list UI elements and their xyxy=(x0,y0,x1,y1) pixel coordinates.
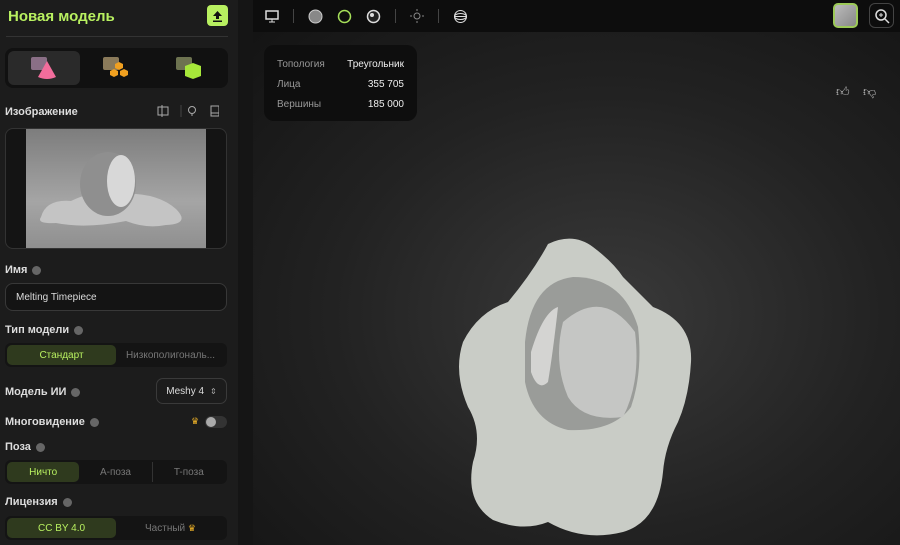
upload-button[interactable] xyxy=(207,5,228,26)
image-preview[interactable] xyxy=(5,128,227,249)
model-type-selector: Стандарт Низкополигональ... xyxy=(5,343,227,367)
thumbs-up-icon[interactable]: 👍︎ xyxy=(836,84,850,100)
wireframe-shading-icon[interactable] xyxy=(337,9,352,24)
model-type-lowpoly[interactable]: Низкополигональ... xyxy=(116,345,225,365)
ai-model-label: Модель ИИ xyxy=(5,386,81,398)
image-label: Изображение xyxy=(5,106,78,118)
page-title: Новая модель xyxy=(8,8,115,25)
info-icon[interactable] xyxy=(89,417,99,427)
mode-image-to-3d[interactable] xyxy=(8,51,81,85)
license-cc-by[interactable]: CC BY 4.0 xyxy=(7,518,116,538)
vertices-value: 185 000 xyxy=(367,98,404,110)
pose-none[interactable]: Ничто xyxy=(7,462,80,482)
text-cube-icon xyxy=(175,57,201,79)
license-label-text: Лицензия xyxy=(5,496,58,508)
license-label: Лицензия xyxy=(5,496,72,508)
3d-model-render xyxy=(459,238,692,536)
model-type-label-text: Тип модели xyxy=(5,324,70,336)
info-icon[interactable] xyxy=(35,442,45,452)
3d-viewport[interactable]: Топология Треугольник Лица 355 705 Вершины… xyxy=(253,32,900,545)
divider xyxy=(293,9,294,23)
pose-label-text: Поза xyxy=(5,441,31,453)
name-label: Имя xyxy=(5,264,42,276)
mode-batch[interactable] xyxy=(80,51,152,85)
solid-shading-icon[interactable] xyxy=(308,9,323,24)
ai-model-label-text: Модель ИИ xyxy=(5,386,67,398)
pose-label: Поза xyxy=(5,441,45,453)
monitor-icon[interactable] xyxy=(265,9,279,23)
pose-selector: Ничто A-поза T-поза xyxy=(5,460,227,484)
viewport-toolbar xyxy=(253,0,900,32)
thumbs-down-icon[interactable]: 👎︎ xyxy=(863,84,876,100)
lightbulb-icon[interactable] xyxy=(188,106,196,117)
license-private-text: Частный xyxy=(145,522,186,534)
sidebar: Новая модель Изображение Имя Melting Tim… xyxy=(0,0,238,545)
zoom-inspect-button[interactable] xyxy=(869,3,894,28)
material-shading-icon[interactable] xyxy=(366,9,381,24)
name-input[interactable]: Melting Timepiece xyxy=(5,283,227,311)
book-icon[interactable] xyxy=(210,105,219,117)
divider xyxy=(6,36,228,37)
chevron-updown-icon: ⇕ xyxy=(210,386,217,396)
model-type-label: Тип модели xyxy=(5,324,84,336)
crown-icon: ♛ xyxy=(187,522,196,533)
crown-icon: ♛ xyxy=(191,416,200,426)
topology-value: Треугольник xyxy=(347,58,404,70)
divider xyxy=(438,9,439,23)
globe-icon[interactable] xyxy=(453,9,468,24)
faces-label: Лица xyxy=(277,78,301,90)
info-icon[interactable] xyxy=(32,265,42,275)
upload-icon xyxy=(213,10,222,22)
mode-text-to-3d[interactable] xyxy=(153,51,225,85)
pose-a[interactable]: A-поза xyxy=(79,462,153,482)
light-icon[interactable] xyxy=(410,9,424,23)
pose-t[interactable]: T-поза xyxy=(153,462,225,482)
topology-label: Топология xyxy=(277,58,325,70)
mesh-stats-panel: Топология Треугольник Лица 355 705 Вершины… xyxy=(264,45,417,121)
info-icon[interactable] xyxy=(62,497,72,507)
zoom-in-icon xyxy=(874,8,890,24)
multiview-toggle[interactable] xyxy=(205,416,227,428)
faces-value: 355 705 xyxy=(367,78,404,90)
image-cubes-icon xyxy=(103,57,129,77)
multiview-label: Многовидение xyxy=(5,416,99,428)
divider xyxy=(395,9,396,23)
model-type-standard[interactable]: Стандарт xyxy=(7,345,116,365)
license-selector: CC BY 4.0 Частный ♛ xyxy=(5,516,227,540)
name-label-text: Имя xyxy=(5,264,28,276)
melting-object-image xyxy=(40,152,182,227)
compare-icon[interactable] xyxy=(157,105,169,117)
ai-model-value: Meshy 4 xyxy=(166,385,205,397)
image-cone-icon xyxy=(31,57,57,79)
info-icon[interactable] xyxy=(74,325,84,335)
panel-resize-handle[interactable] xyxy=(238,0,253,545)
mode-selector xyxy=(5,48,228,88)
vertices-label: Вершины xyxy=(277,98,322,110)
ai-model-select[interactable]: Meshy 4 ⇕ xyxy=(156,378,227,404)
image-tools xyxy=(157,105,219,117)
multiview-label-text: Многовидение xyxy=(5,416,85,428)
image-thumbnail-button[interactable] xyxy=(833,3,858,28)
info-icon[interactable] xyxy=(71,387,81,397)
license-private[interactable]: Частный ♛ xyxy=(116,518,225,538)
